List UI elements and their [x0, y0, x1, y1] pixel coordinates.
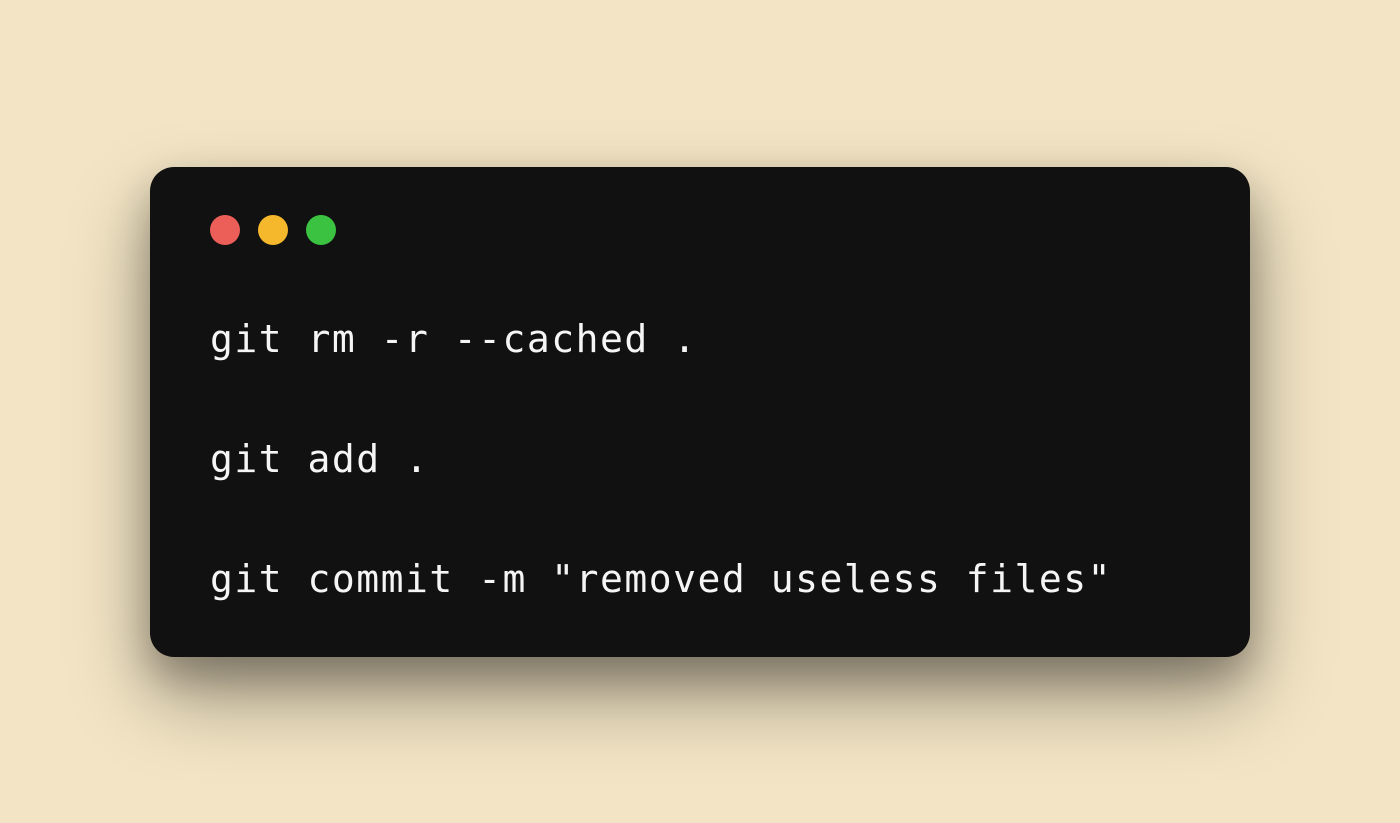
window-controls [210, 215, 1194, 245]
terminal-line: git commit -m "removed useless files" [210, 557, 1194, 601]
close-icon[interactable] [210, 215, 240, 245]
terminal-line: git rm -r --cached . [210, 317, 1194, 361]
terminal-line: git add . [210, 437, 1194, 481]
terminal-window: git rm -r --cached . git add . git commi… [150, 167, 1250, 657]
maximize-icon[interactable] [306, 215, 336, 245]
terminal-content[interactable]: git rm -r --cached . git add . git commi… [206, 317, 1194, 601]
minimize-icon[interactable] [258, 215, 288, 245]
